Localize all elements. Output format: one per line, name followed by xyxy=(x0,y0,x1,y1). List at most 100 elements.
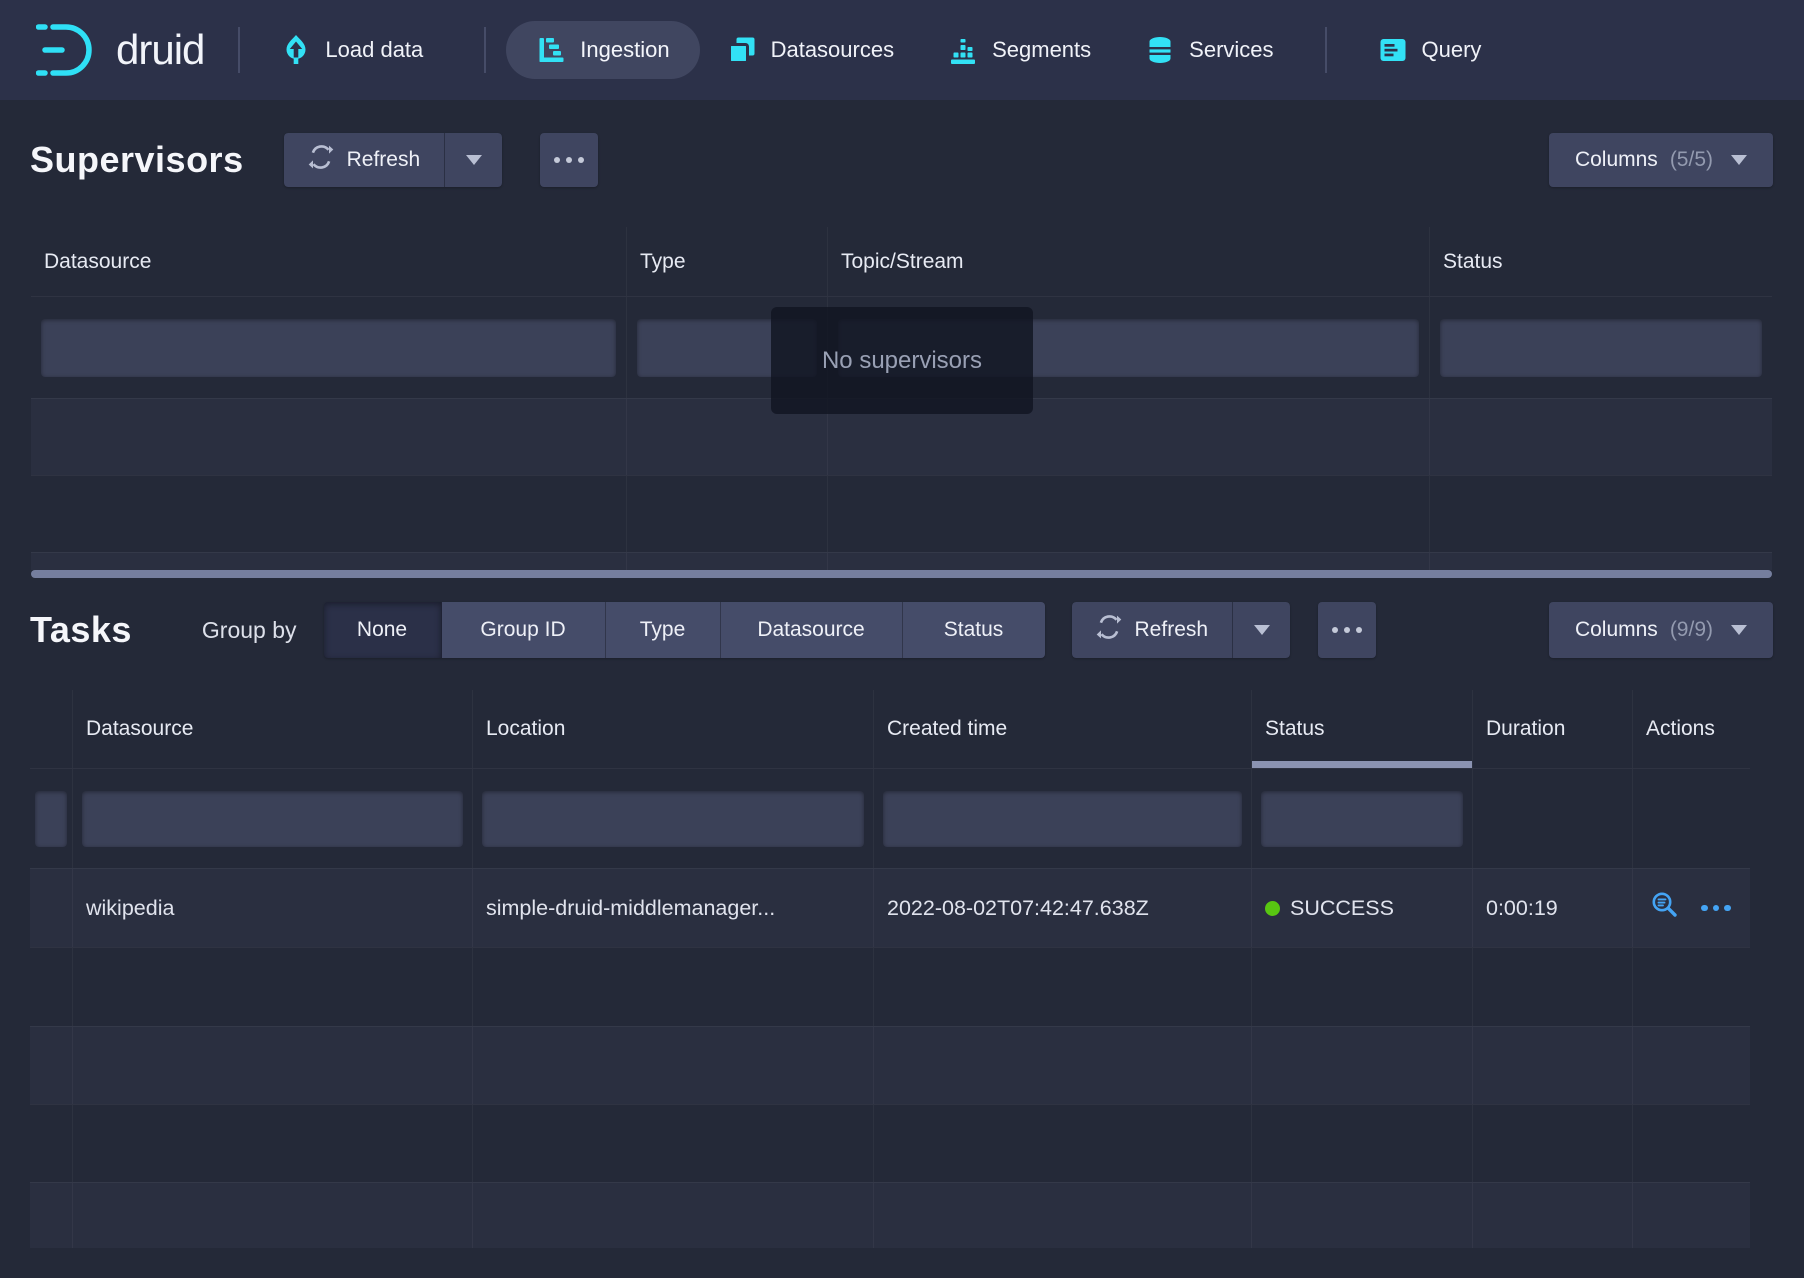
refresh-icon xyxy=(308,144,334,176)
column-header[interactable]: Type xyxy=(627,227,828,296)
supervisors-columns-button[interactable]: Columns (5/5) xyxy=(1549,133,1773,187)
datasource-cell[interactable]: wikipedia xyxy=(73,869,473,947)
success-status-icon xyxy=(1265,901,1280,916)
nav-divider xyxy=(1325,27,1327,73)
tasks-columns-button[interactable]: Columns (9/9) xyxy=(1549,602,1773,658)
query-icon xyxy=(1378,35,1408,65)
refresh-dropdown-button[interactable] xyxy=(444,133,502,187)
refresh-icon xyxy=(1096,614,1122,646)
druid-logo[interactable]: druid xyxy=(36,20,204,80)
supervisors-header-row: Datasource Type Topic/Stream Status xyxy=(31,227,1772,296)
no-supervisors-message: No supervisors xyxy=(771,307,1033,414)
column-header[interactable]: Created time xyxy=(874,690,1252,768)
group-by-datasource-button[interactable]: Datasource xyxy=(721,602,903,658)
column-header[interactable]: Actions xyxy=(1633,690,1750,768)
filter-input[interactable] xyxy=(883,791,1242,847)
status-badge: SUCCESS xyxy=(1290,896,1394,921)
nav-item-load-data[interactable]: Load data xyxy=(254,0,450,100)
nav-item-ingestion-active[interactable]: Ingestion xyxy=(506,21,699,79)
nav-item-label: Segments xyxy=(992,37,1091,63)
column-header[interactable]: Datasource xyxy=(73,690,473,768)
nav-item-datasources[interactable]: Datasources xyxy=(700,0,922,100)
empty-table-row xyxy=(30,1104,1750,1182)
nav-item-services[interactable]: Services xyxy=(1118,0,1300,100)
segments-icon xyxy=(948,35,978,65)
tasks-refresh-split-button: Refresh xyxy=(1072,602,1291,658)
filter-input[interactable] xyxy=(1440,319,1762,377)
ingestion-icon xyxy=(536,35,566,65)
filter-input[interactable] xyxy=(482,791,864,847)
column-header[interactable]: Status xyxy=(1430,227,1772,296)
group-by-none-button[interactable]: None xyxy=(324,602,442,658)
empty-table-row xyxy=(30,1182,1750,1248)
supervisors-refresh-split-button: Refresh xyxy=(284,133,503,187)
supervisors-title: Supervisors xyxy=(30,139,244,181)
column-header-status-sorted[interactable]: Status xyxy=(1252,690,1473,768)
column-header[interactable]: Datasource xyxy=(31,227,627,296)
group-by-type-button[interactable]: Type xyxy=(606,602,721,658)
caret-down-icon xyxy=(466,155,482,165)
empty-table-row xyxy=(30,1026,1750,1104)
column-header[interactable]: Location xyxy=(473,690,874,768)
druid-mark-icon xyxy=(36,20,100,80)
services-icon xyxy=(1145,35,1175,65)
columns-count: (5/5) xyxy=(1670,148,1713,172)
druid-console: druid Load data xyxy=(0,0,1804,1278)
nav-item-label: Query xyxy=(1422,37,1482,63)
tasks-toolbar: Tasks Group by None Group ID Type Dataso… xyxy=(0,602,1804,658)
columns-count: (9/9) xyxy=(1670,618,1713,642)
tasks-header-row: Datasource Location Created time Status … xyxy=(30,690,1750,768)
caret-down-icon xyxy=(1254,625,1270,635)
location-cell[interactable]: simple-druid-middlemanager... xyxy=(473,869,874,947)
tasks-more-button[interactable] xyxy=(1318,602,1376,658)
load-data-icon xyxy=(281,34,311,66)
more-icon xyxy=(1332,627,1338,633)
columns-label: Columns xyxy=(1575,148,1658,172)
created-time-cell[interactable]: 2022-08-02T07:42:47.638Z xyxy=(874,869,1252,947)
brand-wordmark: druid xyxy=(116,26,204,74)
nav-item-segments[interactable]: Segments xyxy=(921,0,1118,100)
nav-divider xyxy=(238,27,240,73)
task-row-wikipedia[interactable]: wikipedia simple-druid-middlemanager... … xyxy=(30,868,1750,947)
datasources-icon xyxy=(727,35,757,65)
filter-input[interactable] xyxy=(1261,791,1463,847)
status-cell[interactable]: SUCCESS xyxy=(1252,869,1473,947)
group-by-group-id-button[interactable]: Group ID xyxy=(442,602,606,658)
nav-divider xyxy=(484,27,486,73)
task-id-cell xyxy=(30,869,73,947)
column-header[interactable] xyxy=(30,690,73,768)
sort-indicator xyxy=(1252,761,1472,768)
filter-input[interactable] xyxy=(82,791,463,847)
caret-down-icon xyxy=(1731,625,1747,635)
supervisors-toolbar: Supervisors Refresh xyxy=(0,120,1804,200)
nav-item-label: Datasources xyxy=(771,37,895,63)
columns-label: Columns xyxy=(1575,618,1658,642)
column-header[interactable]: Topic/Stream xyxy=(828,227,1430,296)
refresh-dropdown-button[interactable] xyxy=(1232,602,1290,658)
supervisors-more-button[interactable] xyxy=(540,133,598,187)
nav-item-query[interactable]: Query xyxy=(1351,0,1509,100)
top-nav: druid Load data xyxy=(0,0,1804,100)
column-header[interactable]: Duration xyxy=(1473,690,1633,768)
empty-table-row xyxy=(30,947,1750,1026)
nav-item-label: Services xyxy=(1189,37,1273,63)
horizontal-scrollbar[interactable] xyxy=(31,570,1772,578)
refresh-label: Refresh xyxy=(1135,618,1209,642)
nav-item-label: Ingestion xyxy=(580,37,669,63)
empty-table-row xyxy=(31,552,1772,570)
group-by-status-button[interactable]: Status xyxy=(903,602,1045,658)
tasks-filter-row xyxy=(30,768,1750,868)
group-by-button-group: None Group ID Type Datasource Status xyxy=(324,602,1045,658)
actions-cell xyxy=(1633,869,1750,947)
inspect-task-icon[interactable] xyxy=(1649,889,1681,927)
filter-input[interactable] xyxy=(41,319,616,377)
refresh-button[interactable]: Refresh xyxy=(1072,602,1233,658)
tasks-title: Tasks xyxy=(30,609,132,651)
task-actions-menu-icon[interactable] xyxy=(1701,905,1731,912)
duration-cell[interactable]: 0:00:19 xyxy=(1473,869,1633,947)
nav-item-label: Load data xyxy=(325,37,423,63)
refresh-button[interactable]: Refresh xyxy=(284,133,445,187)
filter-input[interactable] xyxy=(35,791,67,847)
caret-down-icon xyxy=(1731,155,1747,165)
tasks-table: Datasource Location Created time Status … xyxy=(30,690,1750,1248)
